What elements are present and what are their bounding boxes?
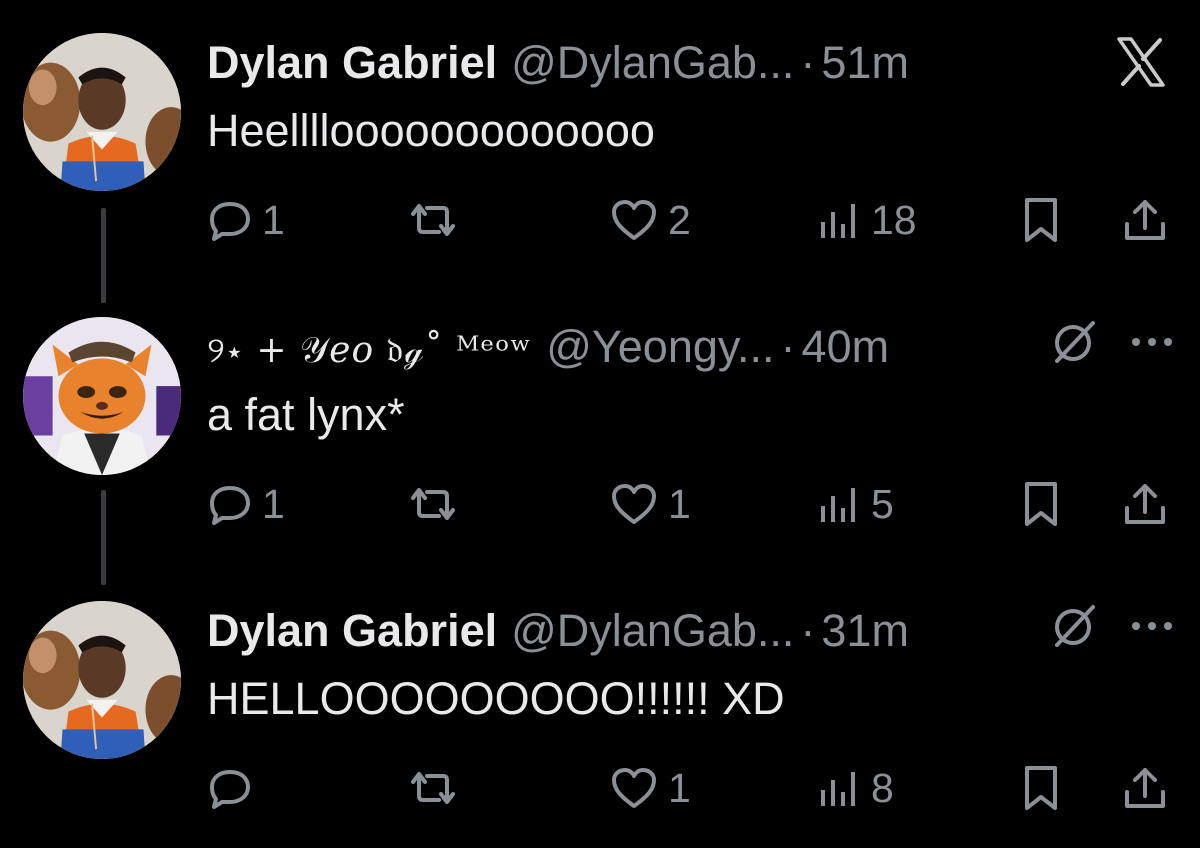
share-button[interactable] (1121, 474, 1169, 534)
like-count: 1 (668, 480, 691, 527)
reply-count: 1 (262, 196, 285, 243)
post-header: ୨⋆ + 𝒴𝑒𝑜 𝔡ℊ˚ ᴹᵉᵒʷ @Yeongy... · 40m (207, 319, 889, 375)
timestamp[interactable]: 31m (821, 603, 909, 659)
views-button[interactable]: 5 (817, 474, 894, 534)
user-handle[interactable]: @Yeongy... (546, 319, 774, 375)
display-name[interactable]: Dylan Gabriel (207, 35, 497, 91)
post-header: Dylan Gabriel @DylanGab... · 31m (207, 603, 909, 659)
avatar[interactable] (23, 33, 181, 191)
view-count: 8 (871, 764, 894, 811)
post[interactable]: Dylan Gabriel @DylanGab... · 51m Heellll… (0, 0, 1200, 280)
repost-icon (405, 198, 461, 242)
like-button[interactable]: 2 (610, 190, 691, 250)
post-actions: 1 1 5 (205, 474, 1175, 534)
grok-icon[interactable] (1046, 598, 1102, 654)
post-header: Dylan Gabriel @DylanGab... · 51m (207, 35, 909, 91)
post-text: HELLOOOOOOOOO!!!!!! XD (207, 673, 785, 724)
repost-button[interactable] (405, 474, 471, 534)
share-icon (1121, 764, 1169, 812)
x-logo-icon[interactable] (1113, 34, 1169, 90)
separator-dot: · (800, 605, 816, 656)
view-count: 18 (871, 196, 917, 243)
avatar[interactable] (23, 601, 181, 759)
share-button[interactable] (1121, 758, 1169, 818)
reply-icon (208, 766, 252, 810)
repost-icon (405, 766, 461, 810)
user-handle[interactable]: @DylanGab... (511, 603, 794, 659)
heart-icon (610, 766, 658, 810)
like-button[interactable]: 1 (610, 758, 691, 818)
views-icon (817, 766, 861, 810)
post-actions: 1 8 (205, 758, 1175, 818)
more-icon[interactable] (1124, 314, 1180, 370)
avatar[interactable] (23, 317, 181, 475)
like-count: 1 (668, 764, 691, 811)
like-count: 2 (668, 196, 691, 243)
share-button[interactable] (1121, 190, 1169, 250)
like-button[interactable]: 1 (610, 474, 691, 534)
separator-dot: · (800, 37, 816, 88)
display-name[interactable]: ୨⋆ + 𝒴𝑒𝑜 𝔡ℊ˚ ᴹᵉᵒʷ (207, 323, 532, 379)
timestamp[interactable]: 51m (821, 35, 909, 91)
post-text: Heellllooooooooooooo (207, 105, 655, 156)
reply-button[interactable]: 1 (208, 474, 285, 534)
reply-icon (208, 198, 252, 242)
reply-button[interactable]: 1 (208, 190, 285, 250)
post[interactable]: Dylan Gabriel @DylanGab... · 31m HELLOOO… (0, 568, 1200, 848)
views-icon (817, 482, 861, 526)
heart-icon (610, 482, 658, 526)
views-button[interactable]: 18 (817, 190, 917, 250)
post[interactable]: ୨⋆ + 𝒴𝑒𝑜 𝔡ℊ˚ ᴹᵉᵒʷ @Yeongy... · 40m a fat… (0, 284, 1200, 564)
share-icon (1121, 480, 1169, 528)
reply-button[interactable] (208, 758, 262, 818)
views-button[interactable]: 8 (817, 758, 894, 818)
timestamp[interactable]: 40m (802, 319, 890, 375)
bookmark-icon (1019, 764, 1063, 812)
display-name[interactable]: Dylan Gabriel (207, 603, 497, 659)
post-actions: 1 2 18 (205, 190, 1175, 250)
repost-button[interactable] (405, 758, 471, 818)
bookmark-icon (1019, 196, 1063, 244)
bookmark-button[interactable] (1019, 474, 1063, 534)
views-icon (817, 198, 861, 242)
repost-icon (405, 482, 461, 526)
heart-icon (610, 198, 658, 242)
post-text: a fat lynx* (207, 389, 405, 440)
grok-icon[interactable] (1046, 314, 1102, 370)
bookmark-button[interactable] (1019, 758, 1063, 818)
repost-button[interactable] (405, 190, 471, 250)
reply-icon (208, 482, 252, 526)
user-handle[interactable]: @DylanGab... (511, 35, 794, 91)
bookmark-button[interactable] (1019, 190, 1063, 250)
view-count: 5 (871, 480, 894, 527)
separator-dot: · (780, 321, 796, 372)
share-icon (1121, 196, 1169, 244)
reply-count: 1 (262, 480, 285, 527)
more-icon[interactable] (1124, 598, 1180, 654)
bookmark-icon (1019, 480, 1063, 528)
